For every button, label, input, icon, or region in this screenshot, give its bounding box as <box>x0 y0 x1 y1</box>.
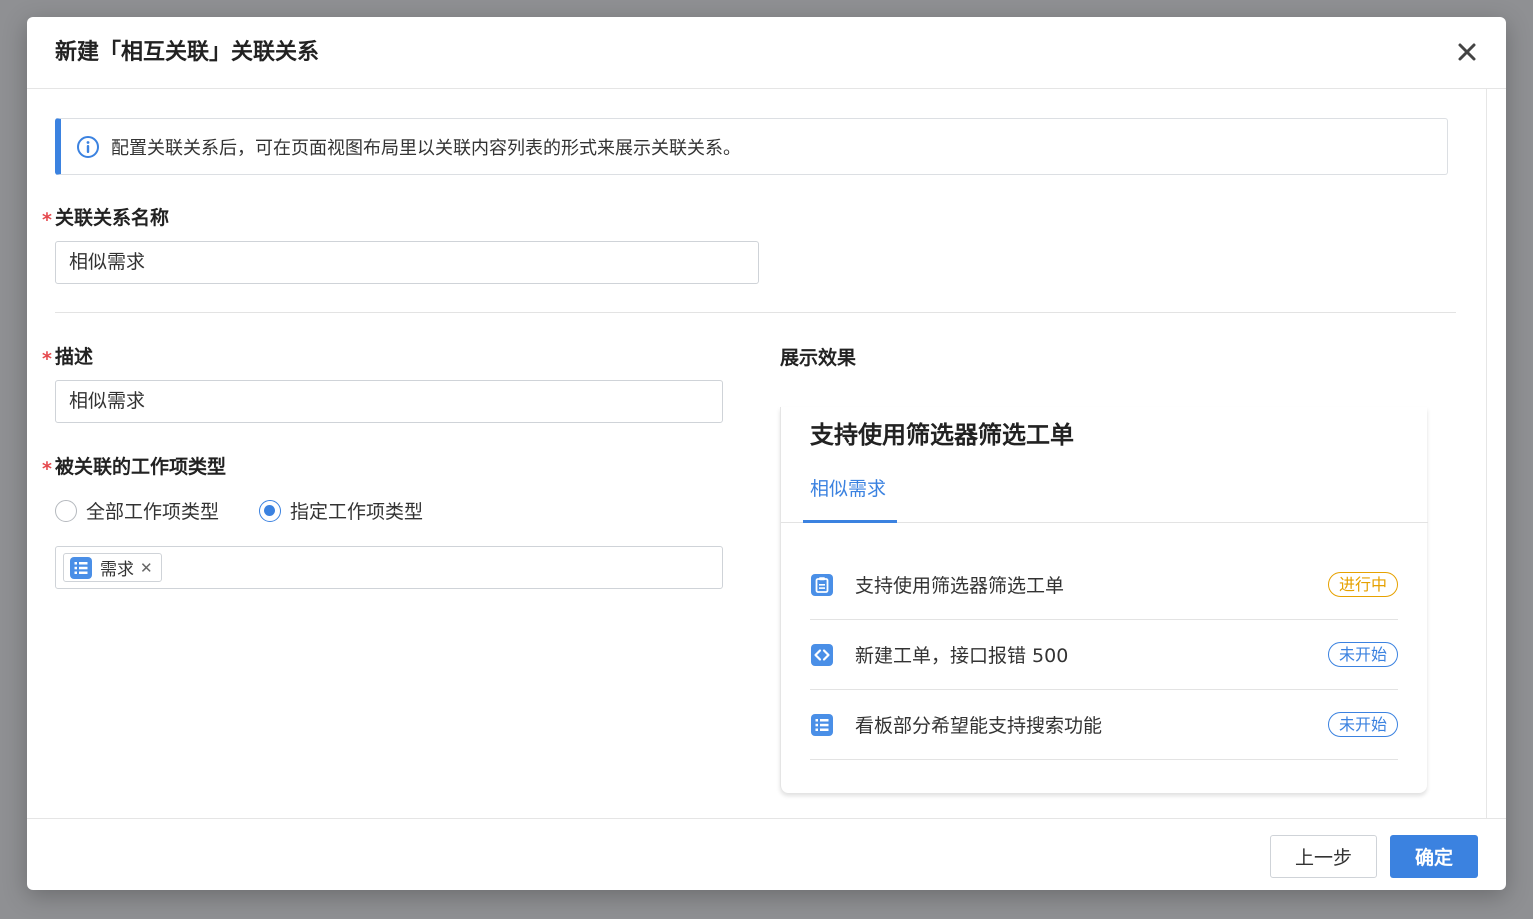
dialog: 新建「相互关联」关联关系 配置关联关系后，可在页面视图布局里以关联内容列表的形式… <box>27 17 1506 890</box>
status-badge: 未开始 <box>1327 712 1398 737</box>
required-mark: * <box>42 209 52 231</box>
scrollbar[interactable] <box>1486 89 1487 819</box>
radio-circle-checked[interactable] <box>259 499 282 522</box>
radio-specific-types[interactable]: 指定工作项类型 <box>259 497 423 524</box>
clipboard-icon <box>810 573 834 597</box>
tag-demand: 需求 ✕ <box>63 553 162 582</box>
list-item[interactable]: 看板部分希望能支持搜索功能 未开始 <box>810 690 1398 760</box>
desc-field-label: * 描述 <box>42 346 93 370</box>
info-text: 配置关联关系后，可在页面视图布局里以关联内容列表的形式来展示关联关系。 <box>111 137 741 159</box>
dialog-header: 新建「相互关联」关联关系 <box>27 17 1506 89</box>
preview-tab[interactable]: 相似需求 <box>810 475 886 503</box>
required-mark: * <box>42 458 52 480</box>
radio-circle[interactable] <box>55 499 77 522</box>
type-radio-group: 全部工作项类型 指定工作项类型 <box>55 497 463 524</box>
name-field-label: * 关联关系名称 <box>42 207 169 231</box>
list-item[interactable]: 新建工单，接口报错 500 未开始 <box>810 620 1398 690</box>
work-item-type-select[interactable]: 需求 ✕ <box>55 546 723 589</box>
divider <box>55 312 1456 313</box>
tab-active-underline <box>803 520 897 523</box>
type-field-label: * 被关联的工作项类型 <box>42 456 226 480</box>
preview-card: 支持使用筛选器筛选工单 相似需求 支持使用筛选器筛选工单 进行中 新建工单，接口… <box>780 407 1428 793</box>
confirm-button[interactable]: 确定 <box>1390 835 1478 878</box>
close-button[interactable] <box>1452 37 1482 67</box>
status-badge: 未开始 <box>1327 642 1398 667</box>
desc-input[interactable]: 相似需求 <box>55 380 723 423</box>
close-icon <box>1458 43 1476 61</box>
status-badge: 进行中 <box>1327 572 1398 597</box>
list-item-title: 支持使用筛选器筛选工单 <box>855 575 1065 597</box>
list-item-title: 看板部分希望能支持搜索功能 <box>855 715 1103 737</box>
list-item-title: 新建工单，接口报错 500 <box>855 645 1069 667</box>
dialog-footer: 上一步 确定 <box>27 818 1506 890</box>
radio-all-types[interactable]: 全部工作项类型 <box>55 497 219 524</box>
list-icon <box>810 713 834 737</box>
preview-label: 展示效果 <box>780 347 857 369</box>
info-icon <box>75 134 101 160</box>
name-input[interactable]: 相似需求 <box>55 241 759 284</box>
radio-label: 指定工作项类型 <box>290 501 424 523</box>
radio-label: 全部工作项类型 <box>86 501 220 523</box>
required-mark: * <box>42 348 52 370</box>
tag-label: 需求 <box>100 560 134 580</box>
dialog-title: 新建「相互关联」关联关系 <box>55 40 320 65</box>
previous-step-button[interactable]: 上一步 <box>1270 835 1377 878</box>
list-icon <box>70 556 92 579</box>
code-icon <box>810 643 834 667</box>
preview-title: 支持使用筛选器筛选工单 <box>810 421 1074 449</box>
list-item[interactable]: 支持使用筛选器筛选工单 进行中 <box>810 550 1398 620</box>
tag-remove-icon[interactable]: ✕ <box>140 559 153 577</box>
info-banner: 配置关联关系后，可在页面视图布局里以关联内容列表的形式来展示关联关系。 <box>55 118 1448 175</box>
